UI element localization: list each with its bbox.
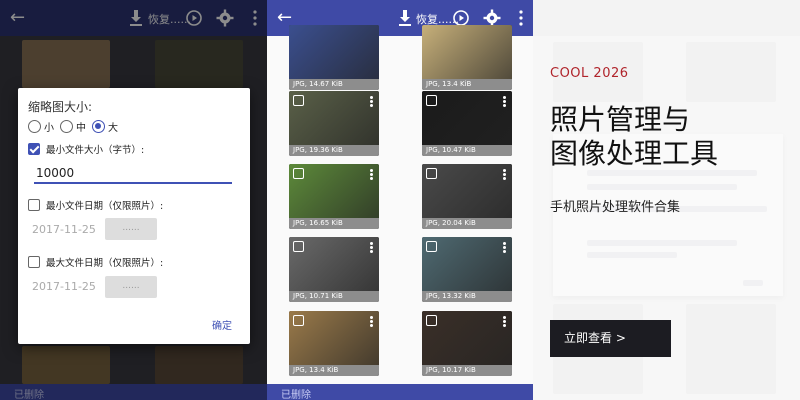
size-large-label: 大 bbox=[108, 122, 118, 134]
photo-cell[interactable]: JPG, 16.65 KiB bbox=[289, 164, 379, 229]
select-checkbox[interactable] bbox=[426, 95, 437, 106]
min-size-row: 最小文件大小（字节）: bbox=[28, 142, 144, 156]
max-date-label: 最大文件日期（仅限照片）: bbox=[46, 258, 164, 269]
filter-dialog: 缩略图大小: 小 中 大 最小文件大小（字节）: 10000 最小文件日期（仅限… bbox=[18, 88, 250, 344]
photo-caption: JPG, 20.04 KiB bbox=[422, 218, 512, 229]
promo-headline: 照片管理与 图像处理工具 bbox=[550, 103, 718, 171]
max-date-picker-button[interactable]: ...... bbox=[105, 276, 157, 298]
select-checkbox[interactable] bbox=[293, 315, 304, 326]
max-date-value: 2017-11-25 bbox=[32, 280, 96, 293]
min-date-checkbox[interactable] bbox=[28, 199, 40, 211]
more-vert-icon[interactable] bbox=[503, 96, 506, 107]
select-checkbox[interactable] bbox=[426, 241, 437, 252]
min-size-checkbox[interactable] bbox=[28, 143, 40, 155]
min-date-label: 最小文件日期（仅限照片）: bbox=[46, 201, 164, 212]
photo-caption: JPG, 10.71 KiB bbox=[289, 291, 379, 302]
select-checkbox[interactable] bbox=[426, 315, 437, 326]
phone-filter-dialog-screen: ← 恢复...... 已删除 缩略图大小: 小 中 大 最小文件大小（字节）: … bbox=[0, 0, 267, 400]
photo-cell[interactable]: JPG, 14.67 KiB bbox=[289, 25, 379, 90]
photo-cell[interactable]: JPG, 13.32 KiB bbox=[422, 237, 512, 302]
more-vert-icon[interactable] bbox=[370, 96, 373, 107]
thumbnail-size-title: 缩略图大小: bbox=[28, 100, 93, 114]
photo-caption: JPG, 13.4 KiB bbox=[289, 365, 379, 376]
view-now-button[interactable]: 立即查看 > bbox=[550, 320, 671, 357]
photo-cell[interactable]: JPG, 10.17 KiB bbox=[422, 311, 512, 376]
photo-caption: JPG, 19.36 KiB bbox=[289, 145, 379, 156]
ok-button[interactable]: 确定 bbox=[212, 317, 232, 332]
photo-cell[interactable]: JPG, 13.4 KiB bbox=[289, 311, 379, 376]
select-checkbox[interactable] bbox=[426, 168, 437, 179]
photo-caption: JPG, 13.4 KiB bbox=[422, 79, 512, 90]
min-size-label: 最小文件大小（字节）: bbox=[46, 145, 145, 156]
max-date-row: 最大文件日期（仅限照片）: bbox=[28, 255, 163, 269]
select-checkbox[interactable] bbox=[293, 95, 304, 106]
photo-thumbnail bbox=[422, 25, 512, 79]
photo-cell[interactable]: JPG, 19.36 KiB bbox=[289, 91, 379, 156]
promo-panel: COOL 2026 照片管理与 图像处理工具 手机照片处理软件合集 立即查看 > bbox=[533, 0, 800, 400]
min-date-row: 最小文件日期（仅限照片）: bbox=[28, 198, 163, 212]
more-vert-icon[interactable] bbox=[503, 242, 506, 253]
play-icon[interactable] bbox=[453, 10, 469, 26]
size-medium-radio[interactable] bbox=[60, 119, 73, 133]
photo-cell[interactable]: JPG, 20.04 KiB bbox=[422, 164, 512, 229]
size-large-radio[interactable] bbox=[92, 119, 105, 133]
bottom-bar-label: 已删除 bbox=[281, 390, 311, 400]
size-medium-label: 中 bbox=[76, 122, 86, 134]
select-checkbox[interactable] bbox=[293, 168, 304, 179]
phone-photo-grid-screen: ← 恢复...... JPG, 14.67 KiB JPG, 13.4 KiB … bbox=[267, 0, 533, 400]
min-date-value: 2017-11-25 bbox=[32, 223, 96, 236]
promo-kicker: COOL 2026 bbox=[550, 66, 629, 81]
photo-thumbnail bbox=[289, 25, 379, 79]
max-date-checkbox[interactable] bbox=[28, 256, 40, 268]
bottom-bar: 已删除 bbox=[267, 384, 533, 400]
photo-caption: JPG, 10.17 KiB bbox=[422, 365, 512, 376]
size-small-label: 小 bbox=[44, 122, 54, 134]
photo-caption: JPG, 13.32 KiB bbox=[422, 291, 512, 302]
size-small-radio[interactable] bbox=[28, 119, 41, 133]
photo-cell[interactable]: JPG, 10.47 KiB bbox=[422, 91, 512, 156]
screenshot-root: ← 恢复...... 已删除 缩略图大小: 小 中 大 最小文件大小（字节）: … bbox=[0, 0, 800, 400]
photo-cell[interactable]: JPG, 13.4 KiB bbox=[422, 25, 512, 90]
headline-line-1: 照片管理与 bbox=[550, 103, 691, 136]
min-date-picker-button[interactable]: ...... bbox=[105, 218, 157, 240]
select-checkbox[interactable] bbox=[293, 241, 304, 252]
photo-cell[interactable]: JPG, 10.71 KiB bbox=[289, 237, 379, 302]
more-vert-icon[interactable] bbox=[370, 169, 373, 180]
promo-subline: 手机照片处理软件合集 bbox=[550, 200, 681, 215]
download-icon[interactable] bbox=[397, 9, 413, 27]
more-vert-icon[interactable] bbox=[503, 316, 506, 327]
photo-caption: JPG, 10.47 KiB bbox=[422, 145, 512, 156]
thumbnail-size-radio-group: 小 中 大 bbox=[28, 118, 124, 134]
photo-caption: JPG, 14.67 KiB bbox=[289, 79, 379, 90]
more-vert-icon[interactable] bbox=[370, 242, 373, 253]
more-vert-icon[interactable] bbox=[503, 169, 506, 180]
more-vert-icon[interactable] bbox=[518, 10, 524, 26]
headline-line-2: 图像处理工具 bbox=[550, 137, 719, 170]
more-vert-icon[interactable] bbox=[370, 316, 373, 327]
min-size-input[interactable]: 10000 bbox=[34, 162, 232, 184]
photo-caption: JPG, 16.65 KiB bbox=[289, 218, 379, 229]
